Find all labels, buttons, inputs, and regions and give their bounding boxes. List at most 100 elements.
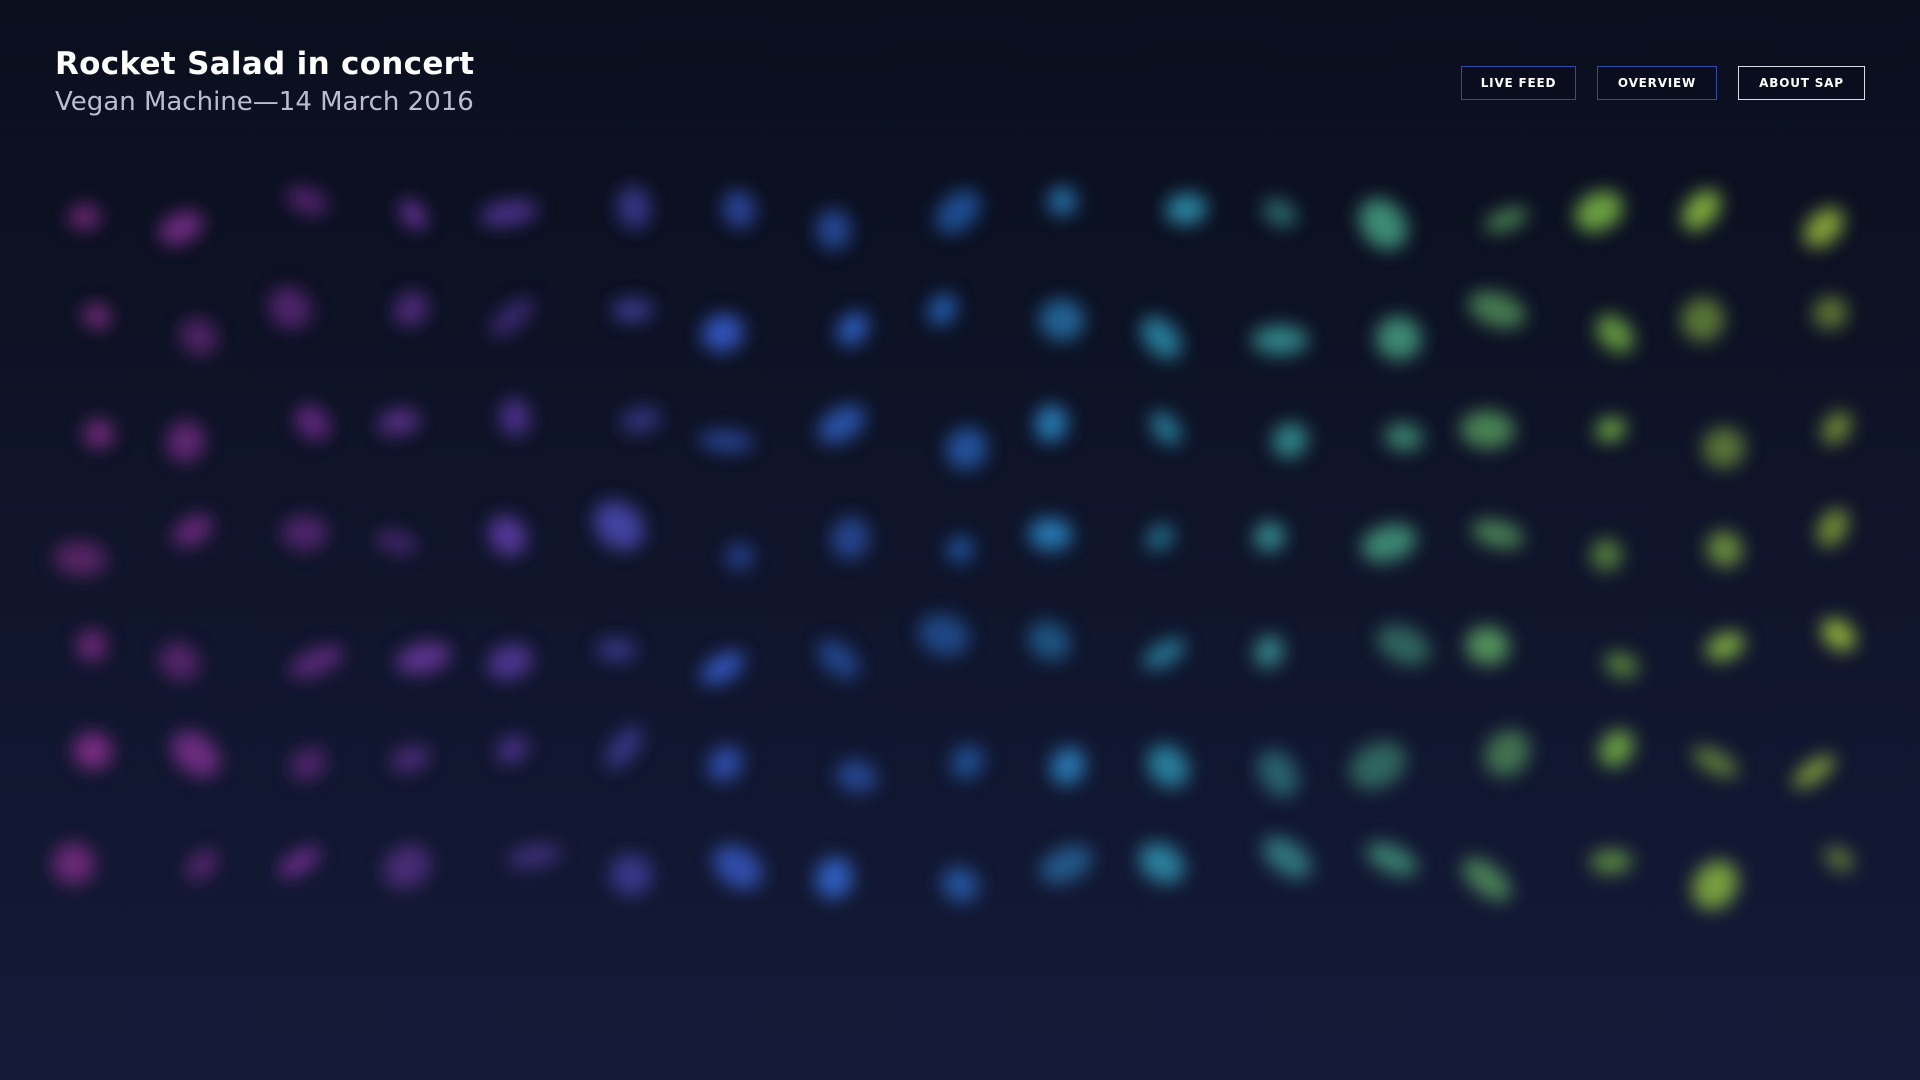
particle-blob — [1462, 858, 1511, 901]
page-header: Rocket Salad in concert Vegan Machine—14… — [55, 44, 474, 120]
top-navigation: LIVE FEED OVERVIEW ABOUT SAP — [1461, 66, 1865, 100]
particle-blob — [1590, 538, 1623, 571]
particle-blob — [617, 185, 651, 230]
particle-blob — [172, 514, 213, 547]
particle-blob — [1460, 410, 1515, 449]
particle-blob — [707, 745, 743, 782]
particle-blob — [698, 430, 754, 452]
particle-blob — [701, 313, 744, 353]
particle-blob — [53, 541, 108, 577]
particle-blob — [52, 842, 95, 885]
particle-blob — [1254, 521, 1286, 552]
particle-blob — [390, 746, 430, 772]
particle-blob — [289, 645, 344, 679]
particle-blob — [1702, 427, 1746, 469]
particle-blob — [1595, 417, 1626, 442]
particle-blob — [1146, 524, 1174, 551]
particle-blob — [1706, 531, 1743, 567]
particle-blob — [166, 420, 205, 463]
particle-blob — [1140, 316, 1182, 359]
particle-blob — [1050, 747, 1086, 786]
blurred-particle-field — [52, 185, 1856, 910]
particle-blob — [179, 317, 218, 356]
particle-blob — [1150, 411, 1182, 445]
particle-blob — [1604, 652, 1639, 678]
particle-blob — [815, 208, 852, 251]
particle-blob — [1682, 189, 1721, 231]
particle-blob — [605, 726, 643, 769]
particle-blob — [159, 642, 200, 681]
particle-blob — [377, 408, 421, 436]
particle-blob — [73, 732, 113, 770]
page-subtitle: Vegan Machine—14 March 2016 — [55, 87, 474, 117]
particle-blob — [487, 643, 533, 680]
particle-blob — [1590, 849, 1633, 874]
particle-blob — [77, 629, 107, 662]
particle-blob — [836, 759, 877, 793]
live-feed-button[interactable]: LIVE FEED — [1461, 66, 1576, 100]
particle-blob — [1254, 635, 1284, 668]
particle-blob — [713, 845, 763, 890]
particle-blob — [1384, 422, 1424, 452]
particle-blob — [946, 427, 988, 470]
particle-blob — [1705, 632, 1745, 661]
particle-blob — [286, 186, 329, 215]
particle-blob — [186, 849, 218, 881]
page-title: Rocket Salad in concert — [55, 46, 475, 82]
particle-blob — [281, 514, 328, 551]
particle-blob — [1035, 404, 1068, 443]
particle-blob — [1138, 842, 1185, 884]
particle-blob — [82, 303, 111, 329]
concert-visualization-screen: Rocket Salad in concert Vegan Machine—14… — [0, 0, 1920, 1080]
particle-blob — [394, 291, 429, 327]
particle-blob — [159, 211, 204, 245]
particle-blob — [1272, 422, 1308, 459]
particle-blob — [1142, 638, 1186, 670]
particle-blob — [396, 642, 451, 675]
particle-blob — [927, 293, 958, 326]
particle-blob — [831, 516, 870, 560]
particle-blob — [295, 404, 330, 440]
particle-blob — [68, 204, 101, 231]
particle-blob — [1596, 314, 1634, 353]
overview-button[interactable]: OVERVIEW — [1597, 66, 1717, 100]
particle-blob — [1821, 411, 1852, 445]
particle-blob — [1471, 519, 1524, 549]
particle-blob — [1692, 746, 1738, 778]
particle-blob — [1598, 729, 1635, 768]
particle-blob — [1349, 741, 1406, 790]
particle-blob — [1821, 618, 1856, 651]
particle-blob — [818, 404, 865, 444]
particle-blob — [836, 312, 869, 346]
particle-blob — [700, 651, 745, 685]
particle-blob — [1262, 836, 1312, 879]
particle-blob — [1262, 198, 1297, 228]
particle-blob — [1793, 755, 1835, 789]
particle-blob — [1165, 193, 1208, 225]
particle-blob — [815, 856, 853, 899]
particle-blob — [171, 731, 220, 777]
about-sap-button[interactable]: ABOUT SAP — [1738, 66, 1865, 100]
particle-blob — [610, 853, 653, 896]
particle-blob — [1465, 626, 1510, 665]
particle-blob — [950, 744, 984, 780]
particle-blob — [941, 866, 979, 903]
particle-blob — [488, 515, 527, 556]
particle-blob — [490, 297, 534, 337]
particle-blob — [1803, 207, 1844, 248]
particle-blob — [1361, 523, 1417, 563]
particle-blob — [1251, 324, 1309, 356]
particle-blob — [278, 846, 320, 878]
particle-blob — [918, 614, 970, 657]
particle-blob — [375, 531, 418, 554]
particle-blob — [722, 190, 756, 229]
particle-blob — [620, 406, 661, 434]
particle-blob — [84, 419, 114, 449]
particle-blob — [596, 638, 637, 662]
particle-blob — [1375, 316, 1422, 361]
particle-blob — [1376, 624, 1431, 666]
particle-blob — [1692, 860, 1739, 910]
particle-blob — [1039, 299, 1085, 341]
particle-blob — [1468, 291, 1526, 329]
particle-blob — [499, 398, 530, 437]
